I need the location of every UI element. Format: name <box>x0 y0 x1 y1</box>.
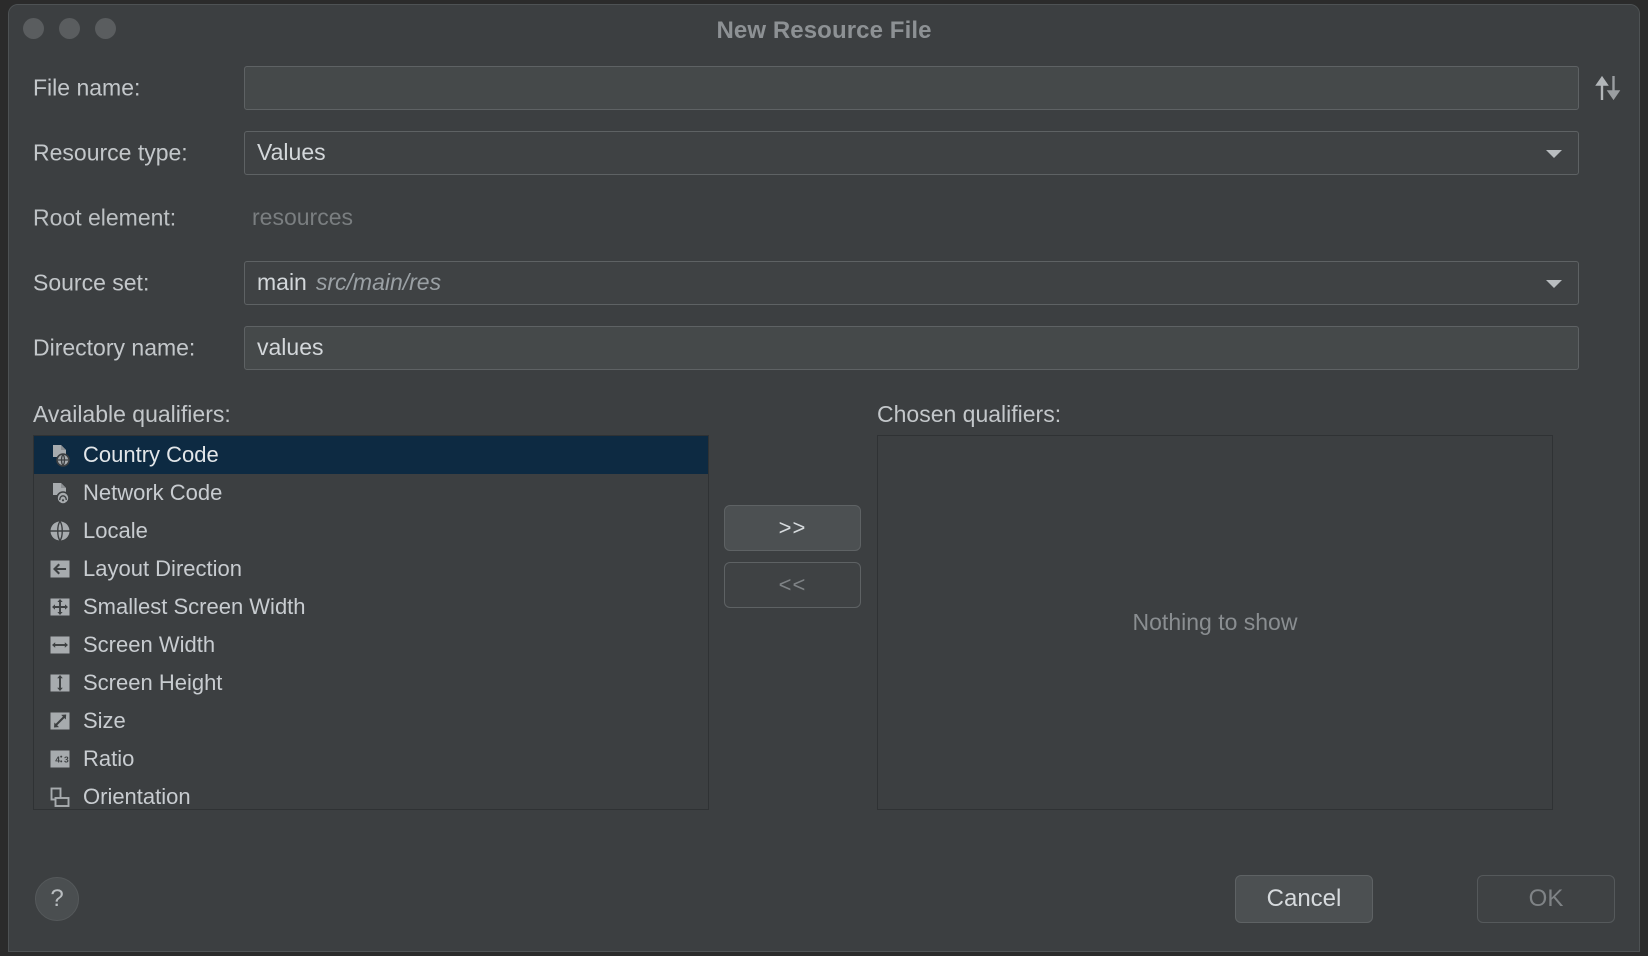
sort-toggle-icon[interactable] <box>1591 71 1625 105</box>
qualifier-list-item[interactable]: Layout Direction <box>34 550 708 588</box>
size-icon <box>48 709 72 733</box>
file-name-input[interactable] <box>244 66 1579 110</box>
qualifier-list-item[interactable]: Smallest Screen Width <box>34 588 708 626</box>
qualifier-label: Layout Direction <box>83 556 242 582</box>
chosen-empty-message: Nothing to show <box>1133 609 1298 636</box>
source-set-path: src/main/res <box>316 269 441 296</box>
qualifier-label: Ratio <box>83 746 134 772</box>
layout-direction-icon <box>48 557 72 581</box>
resource-type-select[interactable]: Values <box>244 131 1579 175</box>
cancel-button[interactable]: Cancel <box>1235 875 1373 923</box>
transfer-buttons: >> << <box>724 505 861 608</box>
country-code-icon <box>48 443 72 467</box>
qualifier-label: Size <box>83 708 126 734</box>
resource-type-row: Resource type: Values <box>9 120 1639 185</box>
qualifier-label: Locale <box>83 518 148 544</box>
root-element-label: Root element: <box>33 204 176 231</box>
svg-text:3: 3 <box>64 755 69 765</box>
qualifier-label: Orientation <box>83 784 191 810</box>
root-element-value: resources <box>252 204 353 231</box>
directory-name-input[interactable]: values <box>244 326 1579 370</box>
directory-name-label: Directory name: <box>33 334 195 361</box>
qualifier-list-item[interactable]: Size <box>34 702 708 740</box>
resource-type-label: Resource type: <box>33 139 188 166</box>
qualifier-list-item[interactable]: Country Code <box>34 436 708 474</box>
smallest-screen-width-icon <box>48 595 72 619</box>
title-bar: New Resource File <box>9 5 1639 55</box>
available-qualifiers-label: Available qualifiers: <box>33 401 231 428</box>
qualifier-list-item[interactable]: Network Code <box>34 474 708 512</box>
locale-globe-icon <box>48 519 72 543</box>
qualifier-list-item[interactable]: Orientation <box>34 778 708 810</box>
qualifier-list-item[interactable]: 43 Ratio <box>34 740 708 778</box>
ratio-icon: 43 <box>48 747 72 771</box>
remove-qualifier-button[interactable]: << <box>724 562 861 608</box>
add-qualifier-button[interactable]: >> <box>724 505 861 551</box>
chevron-down-icon <box>1546 280 1562 288</box>
root-element-input[interactable]: resources <box>244 196 1579 240</box>
qualifier-list-item[interactable]: Screen Height <box>34 664 708 702</box>
source-set-value: main <box>257 269 307 296</box>
source-set-label: Source set: <box>33 269 149 296</box>
file-name-label: File name: <box>33 74 140 101</box>
network-code-icon <box>48 481 72 505</box>
qualifier-label: Country Code <box>83 442 219 468</box>
directory-name-row: Directory name: values <box>9 315 1639 380</box>
source-set-row: Source set: main src/main/res <box>9 250 1639 315</box>
chevron-down-icon <box>1546 150 1562 158</box>
qualifier-label: Smallest Screen Width <box>83 594 306 620</box>
qualifier-label: Screen Height <box>83 670 222 696</box>
source-set-select[interactable]: main src/main/res <box>244 261 1579 305</box>
form-section: File name: Resource type: Values Root el… <box>9 55 1639 380</box>
qualifier-list-item[interactable]: Screen Width <box>34 626 708 664</box>
chosen-qualifiers-label: Chosen qualifiers: <box>877 401 1061 428</box>
dialog-title: New Resource File <box>9 17 1639 45</box>
screen-height-icon <box>48 671 72 695</box>
help-button[interactable]: ? <box>35 877 79 921</box>
file-name-row: File name: <box>9 55 1639 120</box>
chosen-qualifiers-list[interactable]: Nothing to show <box>877 435 1553 810</box>
available-qualifiers-list[interactable]: Country Code Network Code Locale Layout Dir… <box>33 435 709 810</box>
qualifier-list-item[interactable]: Locale <box>34 512 708 550</box>
dialog-footer: ? Cancel OK <box>9 859 1639 951</box>
ok-button[interactable]: OK <box>1477 875 1615 923</box>
root-element-row: Root element: resources <box>9 185 1639 250</box>
new-resource-file-dialog: New Resource File File name: Resource ty… <box>8 4 1640 952</box>
qualifier-label: Screen Width <box>83 632 215 658</box>
resource-type-value: Values <box>257 139 326 166</box>
qualifier-label: Network Code <box>83 480 222 506</box>
screen-width-icon <box>48 633 72 657</box>
svg-text:4: 4 <box>55 755 60 765</box>
orientation-icon <box>48 785 72 809</box>
directory-name-value: values <box>257 334 323 361</box>
